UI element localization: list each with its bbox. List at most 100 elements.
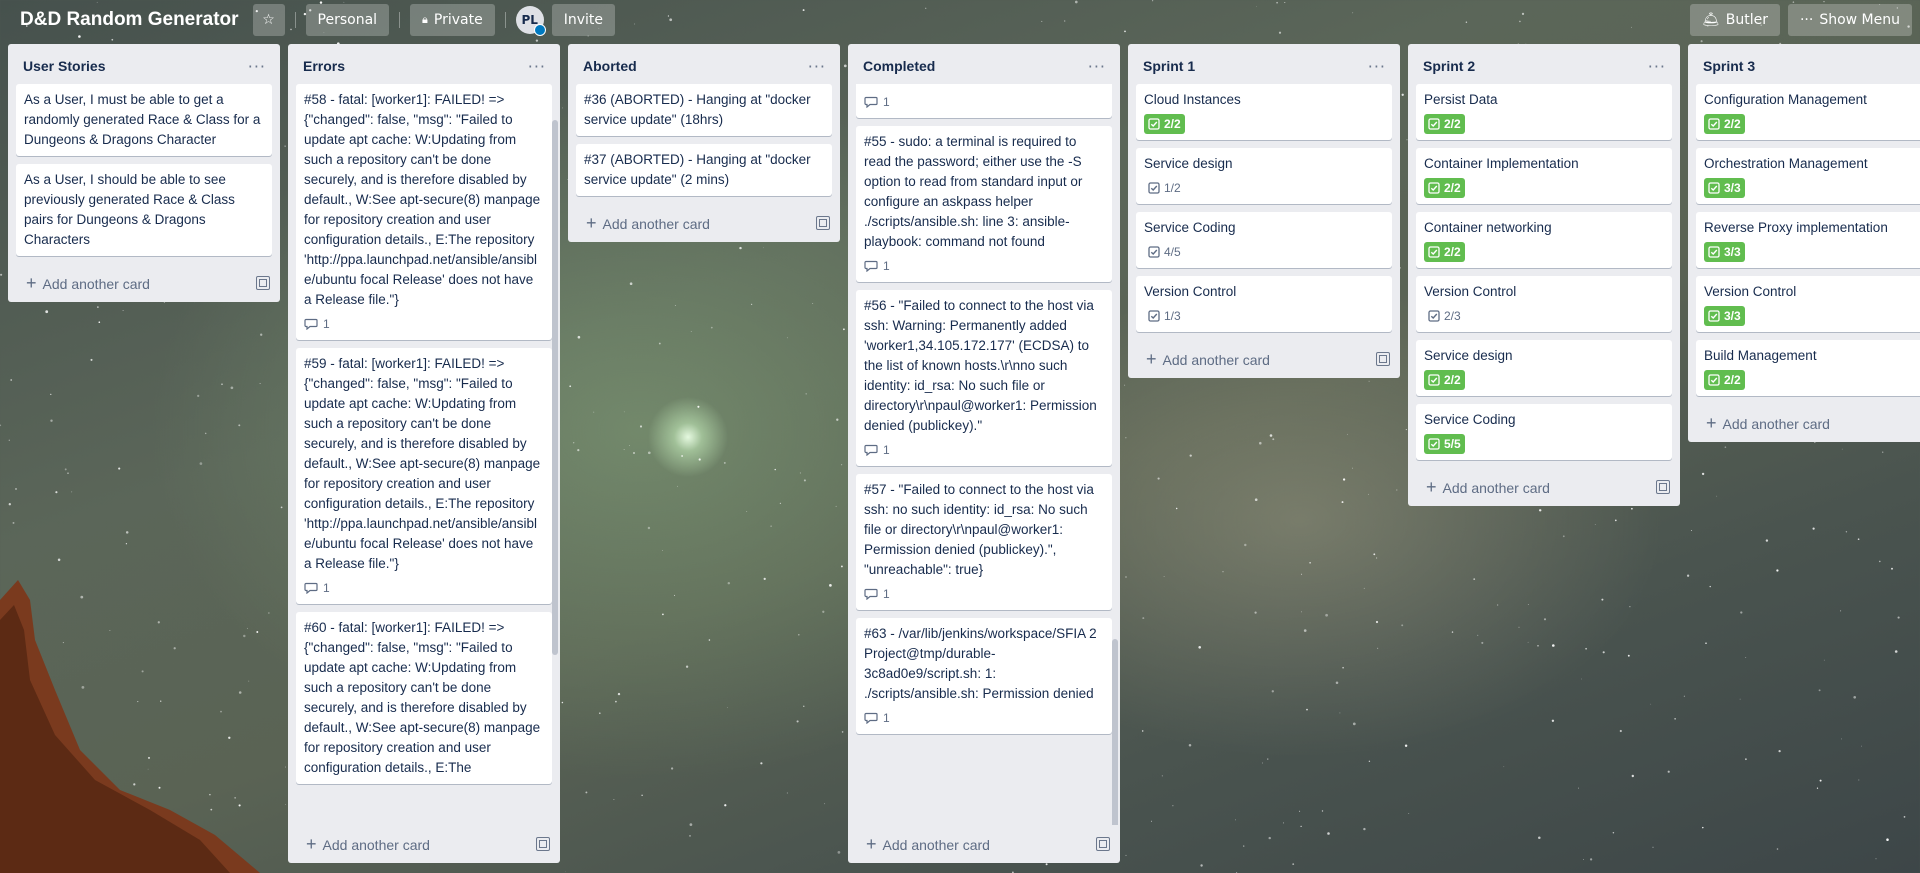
personal-button[interactable]: Personal — [305, 4, 390, 36]
list-header[interactable]: Sprint 3 ··· — [1688, 44, 1920, 84]
list-menu-icon[interactable]: ··· — [1362, 57, 1392, 76]
checklist-badge: 2/2 — [1424, 178, 1465, 198]
list-user-stories[interactable]: User Stories ··· As a User, I must be abl… — [8, 44, 280, 302]
list-cards-inner: #36 (ABORTED) - Hanging at "docker servi… — [576, 84, 832, 196]
list-cards[interactable]: #54 - Error: must run as root 1 #55 - sudo… — [848, 84, 1120, 825]
add-card-button[interactable]: + Add another card — [1688, 404, 1920, 442]
list-menu-icon[interactable]: ··· — [1642, 57, 1672, 76]
card[interactable]: Service design 2/2 — [1416, 340, 1672, 396]
avatar[interactable]: PL — [515, 6, 546, 36]
list-title[interactable]: Sprint 1 — [1143, 58, 1195, 74]
list-title[interactable]: User Stories — [23, 58, 105, 74]
card[interactable]: #58 - fatal: [worker1]: FAILED! => {"cha… — [296, 84, 552, 340]
card[interactable]: Orchestration Management 3/3 — [1696, 148, 1920, 204]
add-card-button[interactable]: + Add another card — [8, 264, 280, 302]
list-menu-icon[interactable]: ··· — [1082, 57, 1112, 76]
card[interactable]: Configuration Management 2/2 — [1696, 84, 1920, 140]
card-template-icon[interactable] — [1656, 480, 1670, 494]
card-template-icon[interactable] — [816, 216, 830, 230]
card-template-icon[interactable] — [536, 837, 550, 851]
add-card-button[interactable]: + Add another card — [288, 825, 560, 863]
board-title[interactable]: D&D Random Generator — [20, 9, 239, 31]
card-template-icon[interactable] — [1376, 352, 1390, 366]
card-template-icon[interactable] — [1096, 837, 1110, 851]
card[interactable]: Version Control 3/3 — [1696, 276, 1920, 332]
add-card-button[interactable]: + Add another card — [848, 825, 1120, 863]
list-sprint-3[interactable]: Sprint 3 ··· Configuration Management 2/2 O… — [1688, 44, 1920, 442]
card[interactable]: Build Management 2/2 — [1696, 340, 1920, 396]
card[interactable]: Persist Data 2/2 — [1416, 84, 1672, 140]
checklist-icon — [1148, 310, 1160, 322]
list-header[interactable]: User Stories ··· — [8, 44, 280, 84]
list-cards[interactable]: Configuration Management 2/2 Orchestration… — [1688, 84, 1920, 404]
card[interactable]: #57 - "Failed to connect to the host via… — [856, 474, 1112, 610]
card[interactable]: #36 (ABORTED) - Hanging at "docker servi… — [576, 84, 832, 136]
butler-button[interactable]: 🛎︎ Butler — [1689, 4, 1780, 36]
list-cards[interactable]: Cloud Instances 2/2 Service design 1/2 Servi… — [1128, 84, 1400, 340]
card-title: Cloud Instances — [1144, 92, 1241, 107]
card[interactable]: #56 - "Failed to connect to the host via… — [856, 290, 1112, 466]
card[interactable]: Container networking 2/2 — [1416, 212, 1672, 268]
list-header[interactable]: Sprint 1 ··· — [1128, 44, 1400, 84]
list-errors[interactable]: Errors ··· #58 - fatal: [worker1]: FAILED… — [288, 44, 560, 863]
add-card-label: Add another card — [882, 836, 990, 853]
star-button[interactable]: ☆ — [252, 4, 285, 36]
list-header[interactable]: Errors ··· — [288, 44, 560, 84]
add-card-button[interactable]: + Add another card — [1128, 340, 1400, 378]
list-cards[interactable]: As a User, I must be able to get a rando… — [8, 84, 280, 264]
list-menu-icon[interactable]: ··· — [522, 57, 552, 76]
list-scrollbar[interactable] — [552, 120, 558, 655]
card[interactable]: Reverse Proxy implementation 3/3 — [1696, 212, 1920, 268]
list-title[interactable]: Sprint 3 — [1703, 58, 1755, 74]
checklist-badge: 2/2 — [1424, 242, 1465, 262]
card-title: Persist Data — [1424, 92, 1498, 107]
list-menu-icon[interactable]: ··· — [802, 57, 832, 76]
visibility-button[interactable]: 🔒︎ Private — [410, 4, 495, 36]
list-sprint-1[interactable]: Sprint 1 ··· Cloud Instances 2/2 Service de… — [1128, 44, 1400, 378]
card[interactable]: Service design 1/2 — [1136, 148, 1392, 204]
card[interactable]: Version Control 1/3 — [1136, 276, 1392, 332]
list-cards[interactable]: #58 - fatal: [worker1]: FAILED! => {"cha… — [288, 84, 560, 825]
list-header[interactable]: Completed ··· — [848, 44, 1120, 84]
plus-icon: + — [1426, 476, 1437, 497]
card-badges: 1 — [864, 438, 1104, 462]
card[interactable]: #54 - Error: must run as root 1 — [856, 84, 1112, 118]
list-scrollbar[interactable] — [1112, 639, 1118, 825]
list-title[interactable]: Completed — [863, 58, 935, 74]
card-title: Service design — [1144, 156, 1233, 171]
list-header[interactable]: Aborted ··· — [568, 44, 840, 84]
card[interactable]: As a User, I should be able to see previ… — [16, 164, 272, 256]
butler-icon: 🛎︎ — [1701, 12, 1720, 28]
card[interactable]: Service Coding 4/5 — [1136, 212, 1392, 268]
card[interactable]: As a User, I must be able to get a rando… — [16, 84, 272, 156]
card-template-icon[interactable] — [256, 276, 270, 290]
add-card-button[interactable]: + Add another card — [568, 204, 840, 242]
list-header[interactable]: Sprint 2 ··· — [1408, 44, 1680, 84]
comment-icon — [304, 582, 318, 594]
show-menu-button[interactable]: ··· Show Menu — [1787, 4, 1912, 36]
card[interactable]: #59 - fatal: [worker1]: FAILED! => {"cha… — [296, 348, 552, 604]
card-badges: 1 — [864, 254, 1104, 278]
card-badges: 2/2 — [1424, 112, 1664, 136]
add-card-button[interactable]: + Add another card — [1408, 468, 1680, 506]
card[interactable]: Container Implementation 2/2 — [1416, 148, 1672, 204]
list-completed[interactable]: Completed ···#54 - Error: must run as ro… — [848, 44, 1120, 863]
card[interactable]: #55 - sudo: a terminal is required to re… — [856, 126, 1112, 282]
list-title[interactable]: Sprint 2 — [1423, 58, 1475, 74]
list-cards[interactable]: Persist Data 2/2 Container Implementation 2… — [1408, 84, 1680, 468]
list-title[interactable]: Aborted — [583, 58, 637, 74]
star-icon: ☆ — [262, 12, 275, 28]
list-cards[interactable]: #36 (ABORTED) - Hanging at "docker servi… — [568, 84, 840, 204]
card[interactable]: #63 - /var/lib/jenkins/workspace/SFIA 2 … — [856, 618, 1112, 734]
list-aborted[interactable]: Aborted ··· #36 (ABORTED) - Hanging at "d… — [568, 44, 840, 242]
list-title[interactable]: Errors — [303, 58, 345, 74]
list-menu-icon[interactable]: ··· — [242, 57, 272, 76]
card[interactable]: #60 - fatal: [worker1]: FAILED! => {"cha… — [296, 612, 552, 784]
card[interactable]: Service Coding 5/5 — [1416, 404, 1672, 460]
list-sprint-2[interactable]: Sprint 2 ··· Persist Data 2/2 Container Imp… — [1408, 44, 1680, 506]
card[interactable]: Version Control 2/3 — [1416, 276, 1672, 332]
card[interactable]: Cloud Instances 2/2 — [1136, 84, 1392, 140]
checklist-badge: 2/2 — [1424, 114, 1465, 134]
invite-button[interactable]: Invite — [551, 4, 615, 36]
card[interactable]: #37 (ABORTED) - Hanging at "docker servi… — [576, 144, 832, 196]
